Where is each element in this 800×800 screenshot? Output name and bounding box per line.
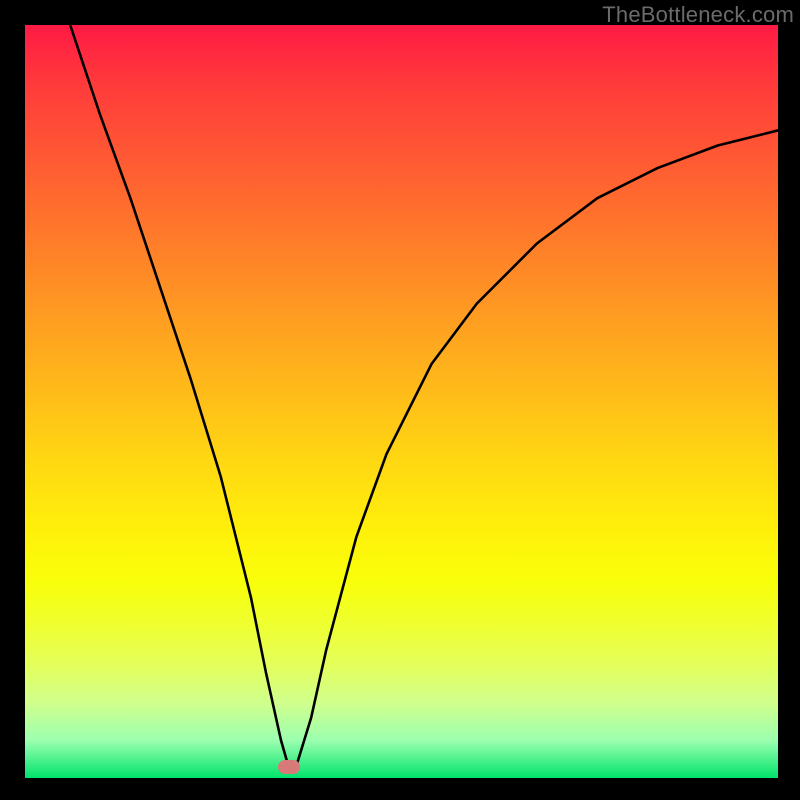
minimum-marker (278, 760, 300, 774)
plot-area (25, 25, 778, 778)
chart-frame: TheBottleneck.com (0, 0, 800, 800)
bottleneck-curve (70, 25, 778, 767)
chart-svg (25, 25, 778, 778)
